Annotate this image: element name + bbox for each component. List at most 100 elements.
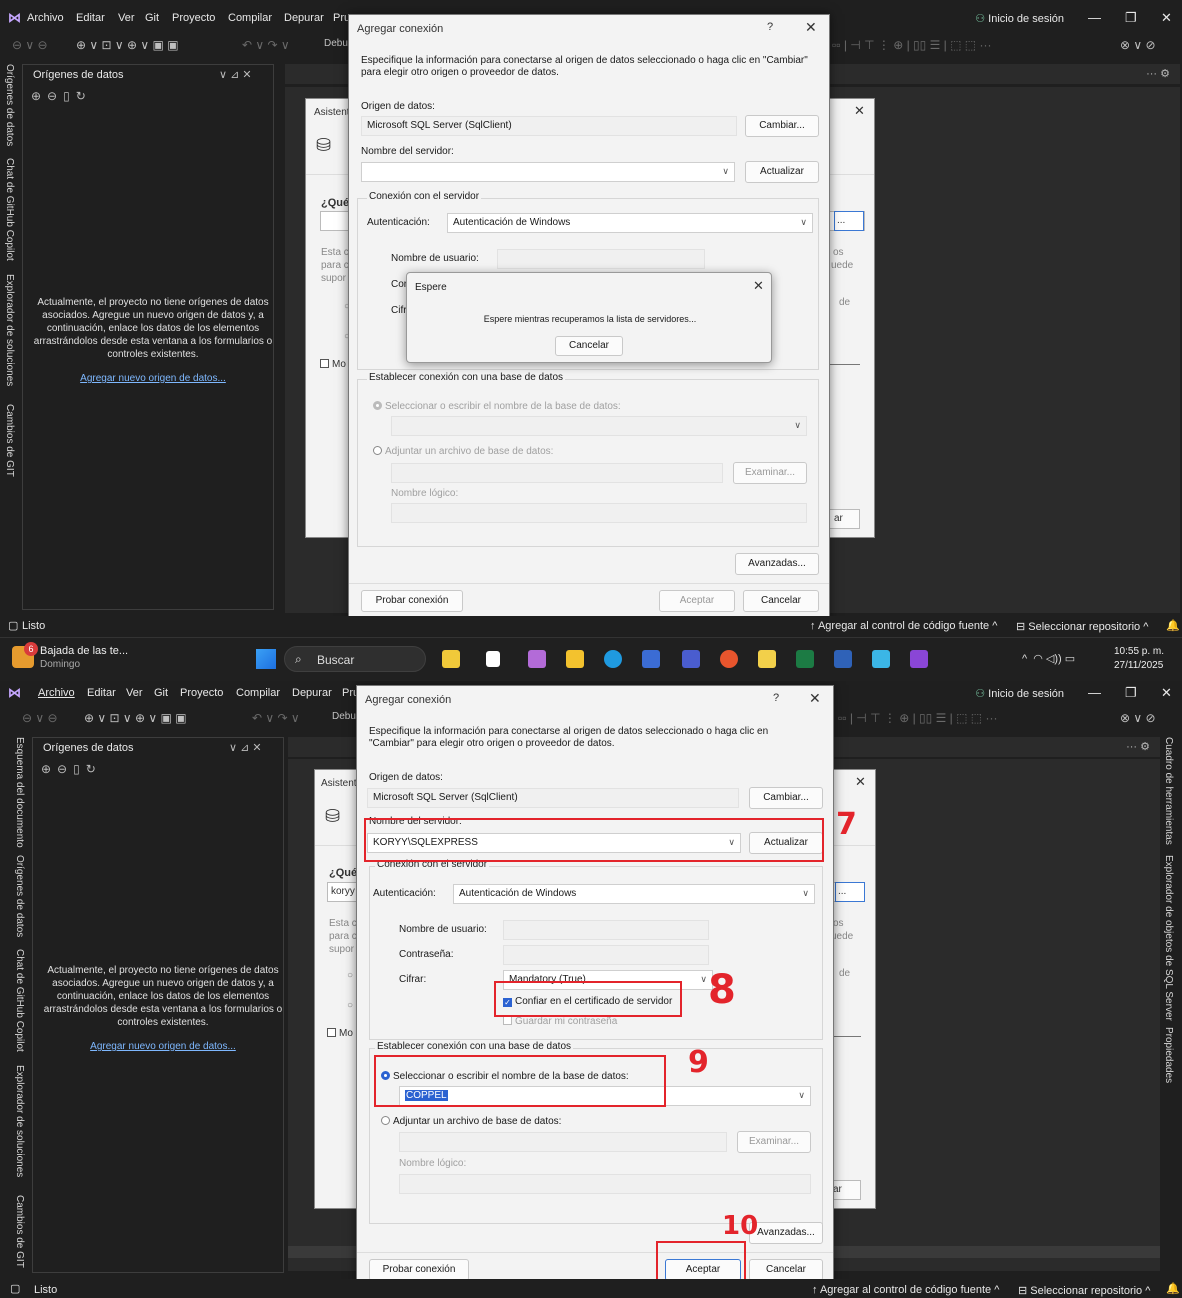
server-combo[interactable]: ∨	[361, 162, 735, 182]
restore-icon[interactable]: ❐	[1125, 10, 1137, 26]
wizard-close-icon[interactable]: ✕	[854, 103, 865, 119]
visual-studio-icon[interactable]	[910, 650, 928, 668]
wizard-close-icon[interactable]: ✕	[855, 774, 866, 790]
copilot-icon[interactable]	[528, 650, 546, 668]
menu-depurar[interactable]: Depurar	[284, 12, 324, 24]
edge-icon[interactable]	[604, 650, 622, 668]
logical-name-field[interactable]	[391, 503, 807, 523]
app-icon-2[interactable]	[758, 650, 776, 668]
browse-button[interactable]: Examinar...	[737, 1131, 811, 1153]
start-icon[interactable]	[256, 649, 276, 669]
word-icon[interactable]	[834, 650, 852, 668]
wizard-checkbox[interactable]: Mo	[320, 359, 346, 370]
dialog-close-icon[interactable]: ✕	[809, 690, 821, 707]
restore-icon[interactable]: ❐	[1125, 685, 1137, 701]
advanced-button[interactable]: Avanzadas...	[749, 1222, 823, 1244]
help-button[interactable]: ?	[773, 692, 779, 704]
change-button[interactable]: Cambiar...	[749, 787, 823, 809]
share-icon[interactable]: ⊗ ∨ ⊘	[1120, 711, 1156, 725]
close-icon[interactable]: ✕	[1161, 685, 1172, 701]
clock-time[interactable]: 10:55 p. m.	[1114, 646, 1164, 657]
clock-date[interactable]: 27/11/2025	[1114, 660, 1163, 671]
photos-icon[interactable]	[682, 650, 700, 668]
panel-menu-icon[interactable]: ∨ ⊿ ✕	[219, 68, 252, 81]
app-icon-1[interactable]	[442, 650, 460, 668]
wizard-radio-1[interactable]: ○	[347, 970, 353, 981]
username-field[interactable]	[497, 249, 705, 269]
tab-sql-object-explorer[interactable]: Explorador de objetos de SQL Server	[1163, 855, 1174, 1021]
menu-proyecto[interactable]: Proyecto	[180, 687, 223, 699]
change-button[interactable]: Cambiar...	[745, 115, 819, 137]
cancel-button[interactable]: Cancelar	[743, 590, 819, 612]
wizard-finish-button[interactable]: ar	[828, 509, 860, 529]
menu-archivo[interactable]: Archivo	[38, 687, 75, 699]
minimize-icon[interactable]: —	[1088, 685, 1101, 700]
menu-ver[interactable]: Ver	[118, 12, 135, 24]
undo-icon[interactable]: ↶ ∨ ↷ ∨	[242, 38, 290, 52]
store-icon[interactable]	[642, 650, 660, 668]
search-box[interactable]: ⌕ Buscar	[284, 646, 426, 672]
tab-solution-explorer[interactable]: Explorador de soluciones	[14, 1065, 25, 1177]
tab-git-changes[interactable]: Cambios de GIT	[14, 1195, 25, 1268]
menu-compilar[interactable]: Compilar	[228, 12, 272, 24]
browse-button[interactable]: Examinar...	[733, 462, 807, 484]
select-repo[interactable]: ⊟ Seleccionar repositorio ^	[1016, 620, 1148, 633]
logical-name-field[interactable]	[399, 1174, 811, 1194]
wait-cancel-button[interactable]: Cancelar	[555, 336, 623, 356]
add-data-source-link[interactable]: Agregar nuevo origen de datos...	[43, 1041, 283, 1052]
signin-button[interactable]: ⚇ Inicio de sesión	[975, 687, 1064, 700]
config-dropdown[interactable]: Debu	[332, 711, 356, 722]
news-title[interactable]: Bajada de las te...	[40, 645, 128, 657]
refresh-button[interactable]: Actualizar	[745, 161, 819, 183]
auth-combo[interactable]: Autenticación de Windows ∨	[447, 213, 813, 233]
select-db-radio[interactable]: Seleccionar o escribir el nombre de la b…	[373, 401, 621, 413]
add-source-control[interactable]: ↑ Agregar al control de código fuente ^	[810, 620, 997, 632]
add-source-control[interactable]: ↑ Agregar al control de código fuente ^	[812, 1284, 999, 1296]
signin-button[interactable]: ⚇ Inicio de sesión	[975, 12, 1064, 25]
tab-solution-explorer[interactable]: Explorador de soluciones	[4, 274, 15, 386]
tab-git-changes[interactable]: Cambios de GIT	[4, 404, 15, 477]
auth-combo[interactable]: Autenticación de Windows ∨	[453, 884, 815, 904]
attach-db-radio[interactable]: Adjuntar un archivo de base de datos:	[373, 446, 553, 458]
menu-proyecto[interactable]: Proyecto	[172, 12, 215, 24]
dialog-close-icon[interactable]: ✕	[805, 19, 817, 36]
tab-properties[interactable]: Propiedades	[1163, 1027, 1174, 1083]
wizard-new-connection-button[interactable]: ...	[835, 882, 865, 902]
help-button[interactable]: ?	[767, 21, 773, 33]
back-icon[interactable]: ⊖ ∨ ⊖	[22, 711, 58, 725]
tab-document-outline[interactable]: Esquema del documento	[14, 737, 25, 848]
advanced-button[interactable]: Avanzadas...	[735, 553, 819, 575]
excel-icon[interactable]	[796, 650, 814, 668]
menu-editar[interactable]: Editar	[76, 12, 105, 24]
test-connection-button[interactable]: Probar conexión	[361, 590, 463, 612]
tab-origenes-de-datos[interactable]: Orígenes de datos	[14, 855, 25, 937]
tab-copilot-chat[interactable]: Chat de GitHub Copilot	[4, 158, 15, 261]
menu-compilar[interactable]: Compilar	[236, 687, 280, 699]
attach-file-field[interactable]	[399, 1132, 727, 1152]
panel-menu-icon[interactable]: ∨ ⊿ ✕	[229, 741, 262, 754]
menu-depurar[interactable]: Depurar	[292, 687, 332, 699]
network-app-icon[interactable]	[872, 650, 890, 668]
cancel-button[interactable]: Cancelar	[749, 1259, 823, 1281]
menu-editar[interactable]: Editar	[87, 687, 116, 699]
task-view-icon[interactable]	[486, 651, 500, 667]
db-combo[interactable]: ∨	[391, 416, 807, 436]
minimize-icon[interactable]: —	[1088, 10, 1101, 25]
wait-close-icon[interactable]: ✕	[753, 278, 764, 294]
bell-icon[interactable]: 🔔	[1166, 1282, 1180, 1295]
back-icon[interactable]: ⊖ ∨ ⊖	[12, 38, 48, 52]
wizard-checkbox[interactable]: Mo	[327, 1028, 353, 1039]
attach-db-radio[interactable]: Adjuntar un archivo de base de datos:	[381, 1116, 561, 1128]
settings-icon[interactable]: ··· ⚙	[1146, 67, 1170, 80]
save-password-checkbox[interactable]: Guardar mi contraseña	[503, 1016, 617, 1028]
password-field[interactable]	[503, 945, 709, 965]
select-repo[interactable]: ⊟ Seleccionar repositorio ^	[1018, 1284, 1150, 1297]
menu-ver[interactable]: Ver	[126, 687, 143, 699]
share-icon[interactable]: ⊗ ∨ ⊘	[1120, 38, 1156, 52]
tray-icons[interactable]: ^ ◠ ◁)) ▭	[1022, 652, 1075, 665]
add-data-source-link[interactable]: Agregar nuevo origen de datos...	[33, 373, 273, 384]
wizard-new-connection-button[interactable]: ...	[834, 211, 864, 231]
undo-icon[interactable]: ↶ ∨ ↷ ∨	[252, 711, 300, 725]
bell-icon[interactable]: 🔔	[1166, 619, 1180, 632]
new-project-icon[interactable]: ⊕ ∨ ⊡ ∨ ⊕ ∨ ▣ ▣	[76, 38, 179, 52]
